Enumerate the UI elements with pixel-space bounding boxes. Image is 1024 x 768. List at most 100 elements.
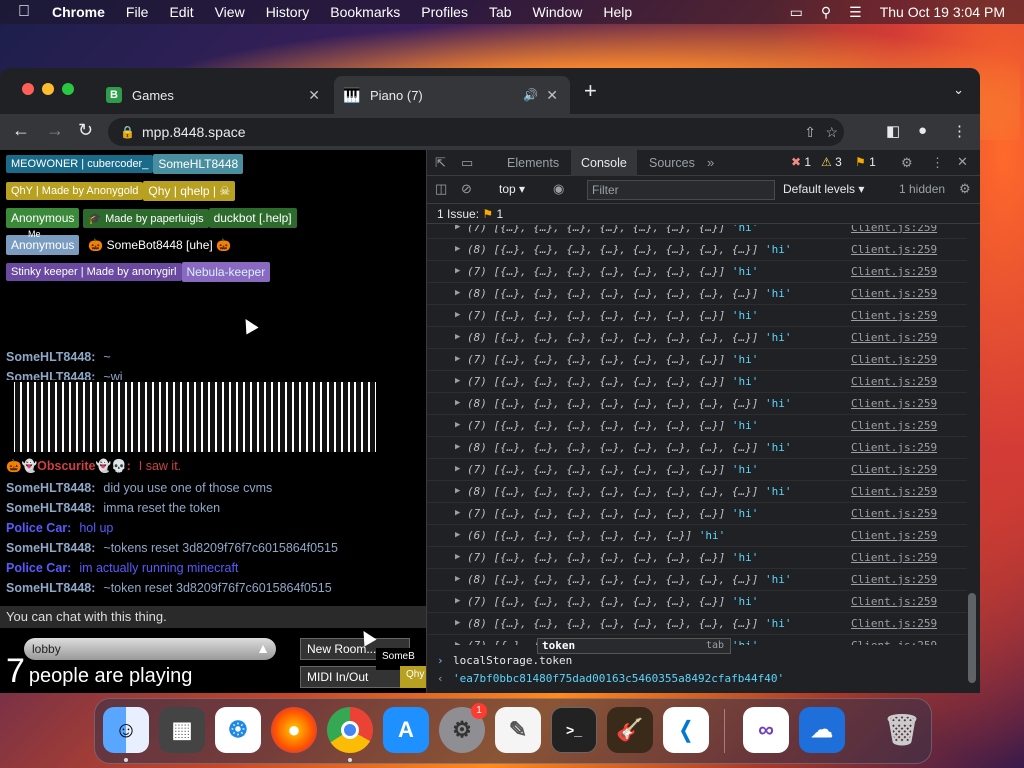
expand-triangle-icon[interactable]: ▶ [455, 596, 460, 606]
menu-window[interactable]: Window [533, 4, 583, 20]
expand-triangle-icon[interactable]: ▶ [455, 376, 460, 386]
back-arrow-icon[interactable]: ← [12, 120, 30, 141]
piano-key[interactable] [349, 382, 355, 452]
zoom-window-button[interactable] [62, 83, 74, 95]
source-link[interactable]: Client.js:259 [851, 331, 937, 344]
menu-file[interactable]: File [126, 4, 149, 20]
piano-key[interactable] [182, 382, 188, 452]
user-row[interactable]: QhY | Made by Anonygold Qhy | qhelp | ☠ [6, 181, 236, 201]
safari-icon[interactable]: ❂ [215, 707, 261, 753]
console-scrollbar[interactable] [968, 228, 976, 690]
close-tab-icon[interactable]: ✕ [546, 87, 558, 104]
piano-key[interactable] [196, 382, 202, 452]
piano-key[interactable] [154, 382, 160, 452]
source-link[interactable]: Client.js:259 [851, 441, 937, 454]
piano-key[interactable] [328, 382, 334, 452]
piano-key[interactable] [42, 382, 48, 452]
console-log-row[interactable]: ▶ (8) [{…}, {…}, {…}, {…}, {…}, {…}, {…},… [427, 613, 967, 635]
finder-icon[interactable]: ☺ [103, 707, 149, 753]
warning-count[interactable]: ⚠ 3 [821, 155, 842, 169]
piano-key[interactable] [84, 382, 90, 452]
expand-triangle-icon[interactable]: ▶ [455, 464, 460, 474]
menu-bookmarks[interactable]: Bookmarks [330, 4, 400, 20]
piano-key[interactable] [77, 382, 83, 452]
piano-key[interactable] [91, 382, 97, 452]
console-log-row[interactable]: ▶ (8) [{…}, {…}, {…}, {…}, {…}, {…}, {…},… [427, 239, 967, 261]
piano-key[interactable] [224, 382, 230, 452]
piano-key[interactable] [28, 382, 34, 452]
piano-key[interactable] [105, 382, 111, 452]
forward-arrow-icon[interactable]: → [46, 120, 64, 141]
piano-key[interactable] [63, 382, 69, 452]
piano-key[interactable] [119, 382, 125, 452]
expand-triangle-icon[interactable]: ▶ [455, 508, 460, 518]
expand-triangle-icon[interactable]: ▶ [455, 420, 460, 430]
app-store-icon[interactable]: A [383, 707, 429, 753]
piano-key[interactable] [272, 382, 278, 452]
console-settings-icon[interactable]: ⚙ [959, 181, 971, 197]
vscode-icon[interactable]: ❬ [663, 707, 709, 753]
expand-triangle-icon[interactable]: ▶ [455, 640, 460, 645]
console-log-row[interactable]: ▶ (8) [{…}, {…}, {…}, {…}, {…}, {…}, {…},… [427, 481, 967, 503]
user-row[interactable]: MEOWONER | cubercoder_ SomeHLT8448 [6, 154, 244, 174]
source-link[interactable]: Client.js:259 [851, 265, 937, 278]
menu-help[interactable]: Help [603, 4, 632, 20]
tab-search-chevron-icon[interactable]: ⌄ [953, 82, 964, 98]
console-log-row[interactable]: ▶ (7) [{…}, {…}, {…}, {…}, {…}, {…}, {…}]… [427, 349, 967, 371]
profile-avatar-icon[interactable]: ● [918, 122, 927, 139]
chrome-menu-icon[interactable]: ⋮ [952, 122, 967, 140]
clear-console-icon[interactable]: ⊘ [461, 181, 472, 197]
terminal-icon[interactable]: >_ [551, 707, 597, 753]
piano-key[interactable] [35, 382, 41, 452]
piano-key[interactable] [21, 382, 27, 452]
issues-bar[interactable]: 1 Issue: ⚑ 1 [427, 204, 980, 224]
close-devtools-icon[interactable]: ✕ [957, 154, 968, 170]
piano-key[interactable] [126, 382, 132, 452]
menu-profiles[interactable]: Profiles [421, 4, 468, 20]
garageband-icon[interactable]: 🎸 [607, 707, 653, 753]
user-row[interactable]: Anonymous Me 🎃 SomeBot8448 [uhe] 🎃 [6, 229, 237, 255]
screen-mirroring-icon[interactable]: ▭ [790, 4, 803, 21]
menubar-clock[interactable]: Thu Oct 19 3:04 PM [880, 4, 1005, 20]
settings-gear-icon[interactable]: ⚙ [901, 155, 913, 171]
piano-key[interactable] [279, 382, 285, 452]
piano-key[interactable] [147, 382, 153, 452]
piano-key[interactable] [286, 382, 292, 452]
piano-key[interactable] [189, 382, 195, 452]
source-link[interactable]: Client.js:259 [851, 463, 937, 476]
source-link[interactable]: Client.js:259 [851, 485, 937, 498]
piano-key[interactable] [133, 382, 139, 452]
menu-view[interactable]: View [215, 4, 245, 20]
tab-piano[interactable]: 🎹 Piano (7) 🔊 ✕ [334, 76, 570, 114]
close-tab-icon[interactable]: ✕ [308, 87, 320, 104]
expand-triangle-icon[interactable]: ▶ [455, 288, 460, 298]
address-bar[interactable]: 🔒 mpp.8448.space ⇧ ☆ [108, 118, 844, 146]
source-link[interactable]: Client.js:259 [851, 573, 937, 586]
expand-triangle-icon[interactable]: ▶ [455, 332, 460, 342]
piano-key[interactable] [175, 382, 181, 452]
piano-key[interactable] [342, 382, 348, 452]
minimize-window-button[interactable] [42, 83, 54, 95]
devtools-menu-icon[interactable]: ⋮ [931, 155, 944, 171]
source-link[interactable]: Client.js:259 [851, 243, 937, 256]
console-log-row[interactable]: ▶ (7) [{…}, {…}, {…}, {…}, {…}, {…}, {…}]… [427, 459, 967, 481]
piano-key[interactable] [265, 382, 271, 452]
piano-key[interactable] [15, 382, 20, 452]
console-log-row[interactable]: ▶ (7) [{…}, {…}, {…}, {…}, {…}, {…}, {…}]… [427, 503, 967, 525]
user-row[interactable]: Stinky keeper | Made by anonygirl Nebula… [6, 262, 271, 282]
piano-key[interactable] [203, 382, 209, 452]
error-count[interactable]: ✖ 1 [791, 155, 811, 169]
audio-playing-icon[interactable]: 🔊 [523, 88, 538, 102]
piano-key[interactable] [112, 382, 118, 452]
piano-key[interactable] [161, 382, 167, 452]
scrollbar-thumb[interactable] [968, 593, 976, 683]
source-link[interactable]: Client.js:259 [851, 529, 937, 542]
info-count[interactable]: ⚑ 1 [855, 155, 876, 169]
expand-triangle-icon[interactable]: ▶ [455, 354, 460, 364]
lock-icon[interactable]: 🔒 [120, 125, 135, 139]
console-log-row[interactable]: ▶ (8) [{…}, {…}, {…}, {…}, {…}, {…}, {…},… [427, 393, 967, 415]
log-levels-dropdown[interactable]: Default levels ▾ [783, 182, 864, 196]
source-link[interactable]: Client.js:259 [851, 595, 937, 608]
piano-key[interactable] [307, 382, 313, 452]
console-log-row[interactable]: ▶ (8) [{…}, {…}, {…}, {…}, {…}, {…}, {…},… [427, 569, 967, 591]
